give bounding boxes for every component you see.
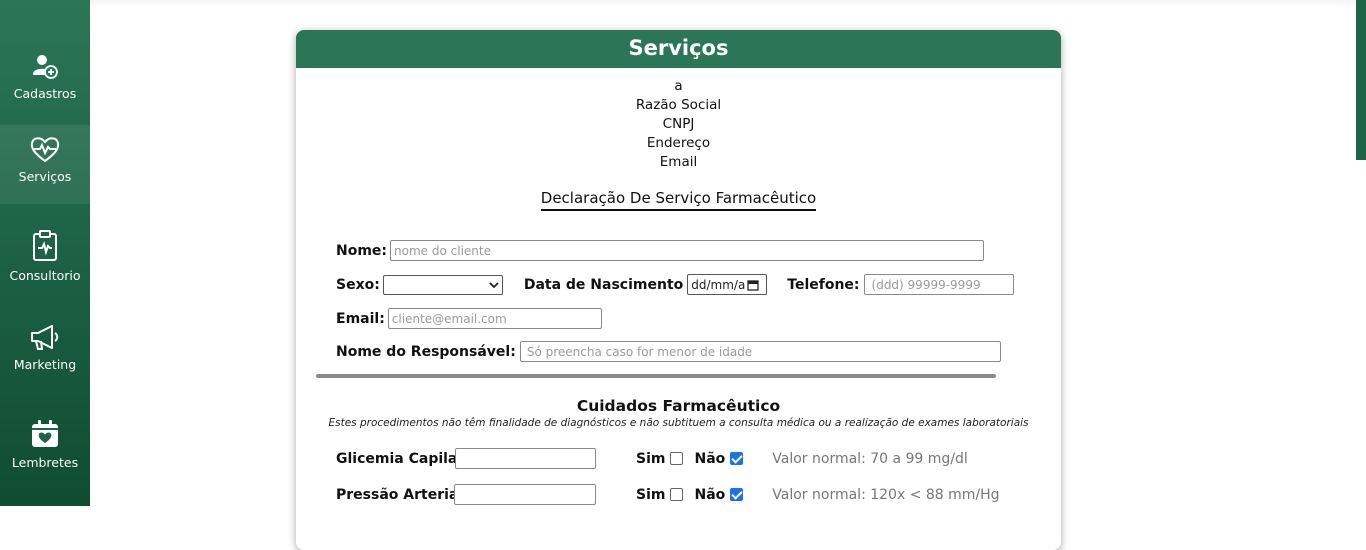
sidebar-item-consultorio[interactable]: Consultorio [0,230,90,283]
declaration-heading: Declaração De Serviço Farmacêutico [296,188,1061,211]
sidebar-item-label: Lembretes [11,455,79,470]
cuidados-note: Estes procedimentos não têm finalidade d… [328,417,1029,429]
company-cnpj: CNPJ [662,116,695,132]
email-input[interactable] [387,308,602,329]
glicemia-row: Glicemia Capilar: Sim Não Valor normal: … [336,448,968,469]
company-endereco: Endereço [646,135,711,151]
services-card: Serviços a Razão Social CNPJ Endereço Em… [296,30,1061,550]
sidebar-item-marketing[interactable]: Marketing [0,323,90,372]
nome-label: Nome: [336,242,388,259]
main-content: Serviços a Razão Social CNPJ Endereço Em… [90,0,1366,550]
pressao-row: Pressão Arterial: Sim Não Valor normal: … [336,484,1000,505]
responsavel-row: Nome do Responsável: [336,341,1001,362]
card-title: Serviços [296,30,1061,68]
glicemia-nao-label: Não [694,450,726,467]
company-info: a Razão Social CNPJ Endereço Email [296,77,1061,172]
company-razao-social: Razão Social [635,97,722,113]
glicemia-sim-label: Sim [636,450,666,467]
nome-input[interactable] [390,240,985,261]
chevron-down-icon [489,281,499,288]
nascimento-value: dd/mm/a [691,277,746,292]
sidebar-item-label: Marketing [13,357,77,372]
megaphone-icon [31,325,59,350]
email-row: Email: [336,308,602,329]
sidebar-item-label: Consultorio [9,268,81,283]
cuidados-title: Cuidados Farmacêutico [576,397,781,415]
sidebar: Cadastros Serviços Consultorio Marketing [0,0,90,506]
company-name: a [674,78,683,94]
email-label: Email: [336,310,385,327]
pressao-nao-checkbox[interactable] [730,488,744,501]
glicemia-label: Glicemia Capilar: [336,450,470,467]
sidebar-item-label: Serviços [18,169,72,184]
calendar-heart-icon [32,420,58,447]
telefone-input[interactable] [863,274,1014,295]
sidebar-item-servicos[interactable]: Serviços [0,125,90,204]
sidebar-item-cadastros[interactable]: Cadastros [0,52,90,101]
glicemia-input[interactable] [455,448,596,469]
responsavel-label: Nome do Responsável: [336,343,516,360]
responsavel-input[interactable] [519,341,1001,362]
declaration-title: Declaração De Serviço Farmacêutico [540,189,817,211]
sidebar-item-lembretes[interactable]: Lembretes [0,419,90,470]
sexo-select[interactable] [382,274,503,295]
calendar-icon[interactable] [747,279,759,291]
divider [316,374,996,378]
scrollbar-thumb[interactable] [1356,0,1366,160]
pressao-sim-label: Sim [636,486,666,503]
glicemia-normal-value: Valor normal: 70 a 99 mg/dl [772,450,968,467]
nome-row: Nome: [336,240,985,261]
company-email: Email [659,154,698,170]
pressao-label: Pressão Arterial: [336,486,469,503]
glicemia-sim-checkbox[interactable] [670,452,684,465]
sexo-label: Sexo: [336,276,380,293]
clipboard-pulse-icon [33,230,57,261]
glicemia-nao-checkbox[interactable] [730,452,744,465]
pressao-nao-label: Não [694,486,726,503]
telefone-label: Telefone: [787,276,860,293]
pressao-normal-value: Valor normal: 120x < 88 mm/Hg [772,486,1000,503]
sexo-row: Sexo: Data de Nascimento dd/mm/a Telefon… [336,274,1014,295]
user-add-icon [33,55,58,79]
heart-pulse-icon [30,137,60,163]
nascimento-input[interactable]: dd/mm/a [687,274,768,295]
nascimento-label: Data de Nascimento [523,276,684,293]
sidebar-item-label: Cadastros [13,86,77,101]
pressao-sim-checkbox[interactable] [670,488,684,501]
pressao-input[interactable] [454,484,596,505]
